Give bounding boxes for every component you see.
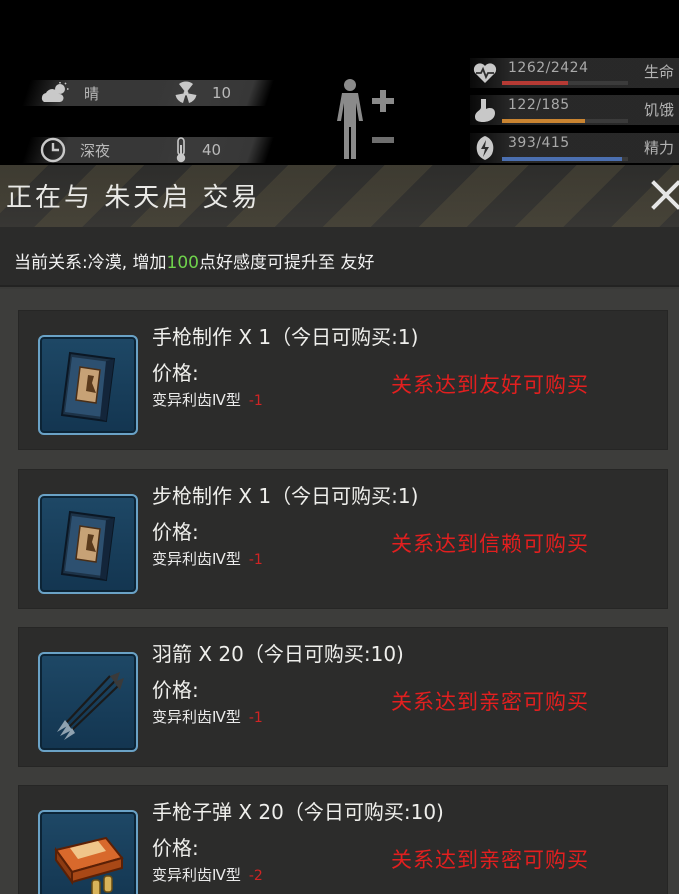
minus-icon[interactable] (372, 136, 394, 144)
energy-bar-fill (502, 157, 622, 161)
price-line: 变异利齿Ⅳ型 -1 (152, 389, 263, 410)
trade-title: 正在与 朱天启 交易 (6, 183, 261, 213)
price-line: 变异利齿Ⅳ型 -1 (152, 548, 263, 569)
trade-header: 正在与 朱天启 交易 (0, 165, 679, 227)
item-slot[interactable] (38, 810, 138, 894)
health-bar-fill (502, 81, 568, 85)
purchase-requirement: 关系达到友好可购买 (391, 373, 589, 397)
energy-bar (502, 157, 628, 161)
relation-suffix: 点好感度可提升至 友好 (199, 253, 375, 273)
heart-pulse-icon (473, 63, 497, 83)
weather-label: 晴 (84, 84, 100, 103)
body-status-button[interactable] (330, 76, 400, 162)
purchase-requirement: 关系达到亲密可购买 (391, 848, 589, 872)
health-bar (502, 81, 628, 85)
blueprint-book-icon (60, 510, 116, 582)
item-name: 手枪制作 X 1（今日可购买:1) (152, 325, 419, 349)
health-value: 1262/2424 (508, 60, 589, 76)
trade-panel: 正在与 朱天启 交易 当前关系:冷漠, 增加100点好感度可提升至 友好 手枪制… (0, 165, 679, 894)
price-cost: -2 (248, 868, 263, 884)
stomach-icon (475, 99, 495, 122)
trade-item-card[interactable]: 羽箭 X 20（今日可购买:10) 价格: 变异利齿Ⅳ型 -1 关系达到亲密可购买 (18, 627, 668, 767)
price-cost: -1 (248, 393, 263, 409)
energy-label: 精力 (644, 139, 675, 157)
blueprint-book-icon (60, 351, 116, 423)
price-currency: 变异利齿Ⅳ型 (152, 866, 241, 884)
energy-value: 393/415 (508, 135, 570, 151)
price-currency: 变异利齿Ⅳ型 (152, 708, 241, 726)
price-currency: 变异利齿Ⅳ型 (152, 391, 241, 409)
price-cost: -1 (248, 710, 263, 726)
cloud-sun-icon (40, 82, 70, 104)
close-icon[interactable] (646, 175, 679, 215)
price-line: 变异利齿Ⅳ型 -2 (152, 864, 263, 885)
arrows-icon (57, 672, 124, 740)
ammo-box-icon (54, 836, 124, 894)
relation-status: 当前关系:冷漠, 增加100点好感度可提升至 友好 (14, 248, 374, 273)
item-slot[interactable] (38, 335, 138, 435)
item-slot[interactable] (38, 494, 138, 594)
status-hud: 晴 10 深夜 40 1262/2424 生命 122/185 饥饿 393/4… (0, 0, 679, 168)
hunger-bar (502, 119, 628, 123)
trade-item-card[interactable]: 步枪制作 X 1（今日可购买:1) 价格: 变异利齿Ⅳ型 -1 关系达到信赖可购买 (18, 469, 668, 609)
radiation-cell: 10 (155, 80, 275, 106)
trade-item-list[interactable]: 手枪制作 X 1（今日可购买:1) 价格: 变异利齿Ⅳ型 -1 关系达到友好可购买… (0, 289, 679, 894)
purchase-requirement: 关系达到信赖可购买 (391, 532, 589, 556)
time-of-day-label: 深夜 (80, 141, 111, 160)
item-name: 步枪制作 X 1（今日可购买:1) (152, 484, 419, 508)
item-name: 手枪子弹 X 20（今日可购买:10) (152, 800, 444, 824)
price-currency: 变异利齿Ⅳ型 (152, 550, 241, 568)
trade-item-card[interactable]: 手枪制作 X 1（今日可购买:1) 价格: 变异利齿Ⅳ型 -1 关系达到友好可购买 (18, 310, 668, 450)
hunger-label: 饥饿 (644, 101, 675, 119)
price-line: 变异利齿Ⅳ型 -1 (152, 706, 263, 727)
temperature-cell: 40 (155, 137, 275, 163)
purchase-requirement: 关系达到亲密可购买 (391, 690, 589, 714)
energy-icon (476, 136, 494, 160)
hunger-bar-fill (502, 119, 586, 123)
plus-icon[interactable] (372, 90, 394, 112)
body-icon (337, 79, 363, 159)
health-label: 生命 (644, 63, 675, 81)
price-label: 价格: (152, 678, 199, 702)
hunger-value: 122/185 (508, 97, 570, 113)
price-label: 价格: (152, 520, 199, 544)
price-label: 价格: (152, 836, 199, 860)
item-name: 羽箭 X 20（今日可购买:10) (152, 642, 404, 666)
item-slot[interactable] (38, 652, 138, 752)
clock-icon (40, 137, 66, 163)
thermometer-icon (174, 137, 188, 163)
temperature-value: 40 (202, 141, 222, 159)
relation-points: 100 (166, 253, 199, 273)
radiation-value: 10 (212, 84, 232, 102)
relation-bar: 当前关系:冷漠, 增加100点好感度可提升至 友好 (0, 227, 679, 287)
relation-prefix: 当前关系:冷漠, 增加 (14, 253, 167, 273)
trade-item-card[interactable]: 手枪子弹 X 20（今日可购买:10) 价格: 变异利齿Ⅳ型 -2 关系达到亲密可… (18, 785, 668, 894)
price-label: 价格: (152, 361, 199, 385)
price-cost: -1 (248, 552, 263, 568)
radiation-icon (174, 81, 198, 105)
